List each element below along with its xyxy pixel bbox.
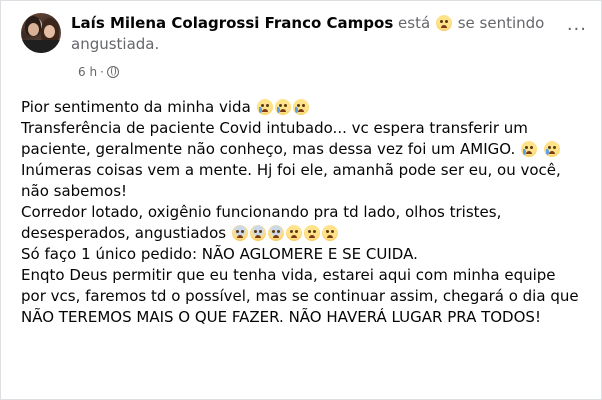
anxious-sweat-face-icon xyxy=(249,225,266,241)
post-line: Enqto Deus permitir que eu tenha vida, e… xyxy=(21,265,585,328)
globe-icon[interactable] xyxy=(106,66,119,78)
status-prefix: está xyxy=(398,14,431,32)
post-line: Inúmeras coisas vem a mente. Hj foi ele,… xyxy=(21,160,585,202)
post-body: Pior sentimento da minha vida Transferên… xyxy=(21,97,585,328)
body-line-2: Transferência de paciente Covid intubado… xyxy=(21,119,528,158)
crying-face-icon xyxy=(292,99,309,115)
anxious-sweat-face-icon xyxy=(267,225,284,241)
crying-face-icon xyxy=(521,141,538,157)
author-name[interactable]: Laís Milena Colagrossi Franco Campos xyxy=(71,14,393,32)
post-meta: 6 h · xyxy=(78,65,119,79)
post-time[interactable]: 6 h xyxy=(78,65,97,79)
post-line: Transferência de paciente Covid intubado… xyxy=(21,118,585,160)
pleading-face-icon xyxy=(321,225,338,241)
more-options-icon[interactable]: ··· xyxy=(567,21,587,39)
meta-separator: · xyxy=(100,65,104,79)
post-title: Laís Milena Colagrossi Franco Campos est… xyxy=(71,13,561,55)
body-line-3: Inúmeras coisas vem a mente. Hj foi ele,… xyxy=(21,161,561,200)
pleading-face-icon xyxy=(303,225,320,241)
post-line: Corredor lotado, oxigênio funcionando pr… xyxy=(21,202,585,244)
crying-face-icon xyxy=(274,99,291,115)
facebook-post: Laís Milena Colagrossi Franco Campos est… xyxy=(0,0,602,400)
crying-face-icon xyxy=(543,141,560,157)
anxious-sweat-face-icon xyxy=(231,225,248,241)
anguished-face-icon xyxy=(435,15,452,31)
crying-face-icon xyxy=(256,99,273,115)
body-line-6: Enqto Deus permitir que eu tenha vida, e… xyxy=(21,266,579,326)
body-line-1: Pior sentimento da minha vida xyxy=(21,98,251,116)
author-avatar[interactable] xyxy=(21,13,61,53)
post-line: Pior sentimento da minha vida xyxy=(21,97,585,118)
pleading-face-icon xyxy=(285,225,302,241)
body-line-5: Só faço 1 único pedido: NÃO AGLOMERE E S… xyxy=(21,245,418,263)
post-header: Laís Milena Colagrossi Franco Campos est… xyxy=(21,13,561,55)
post-line: Só faço 1 único pedido: NÃO AGLOMERE E S… xyxy=(21,244,585,265)
